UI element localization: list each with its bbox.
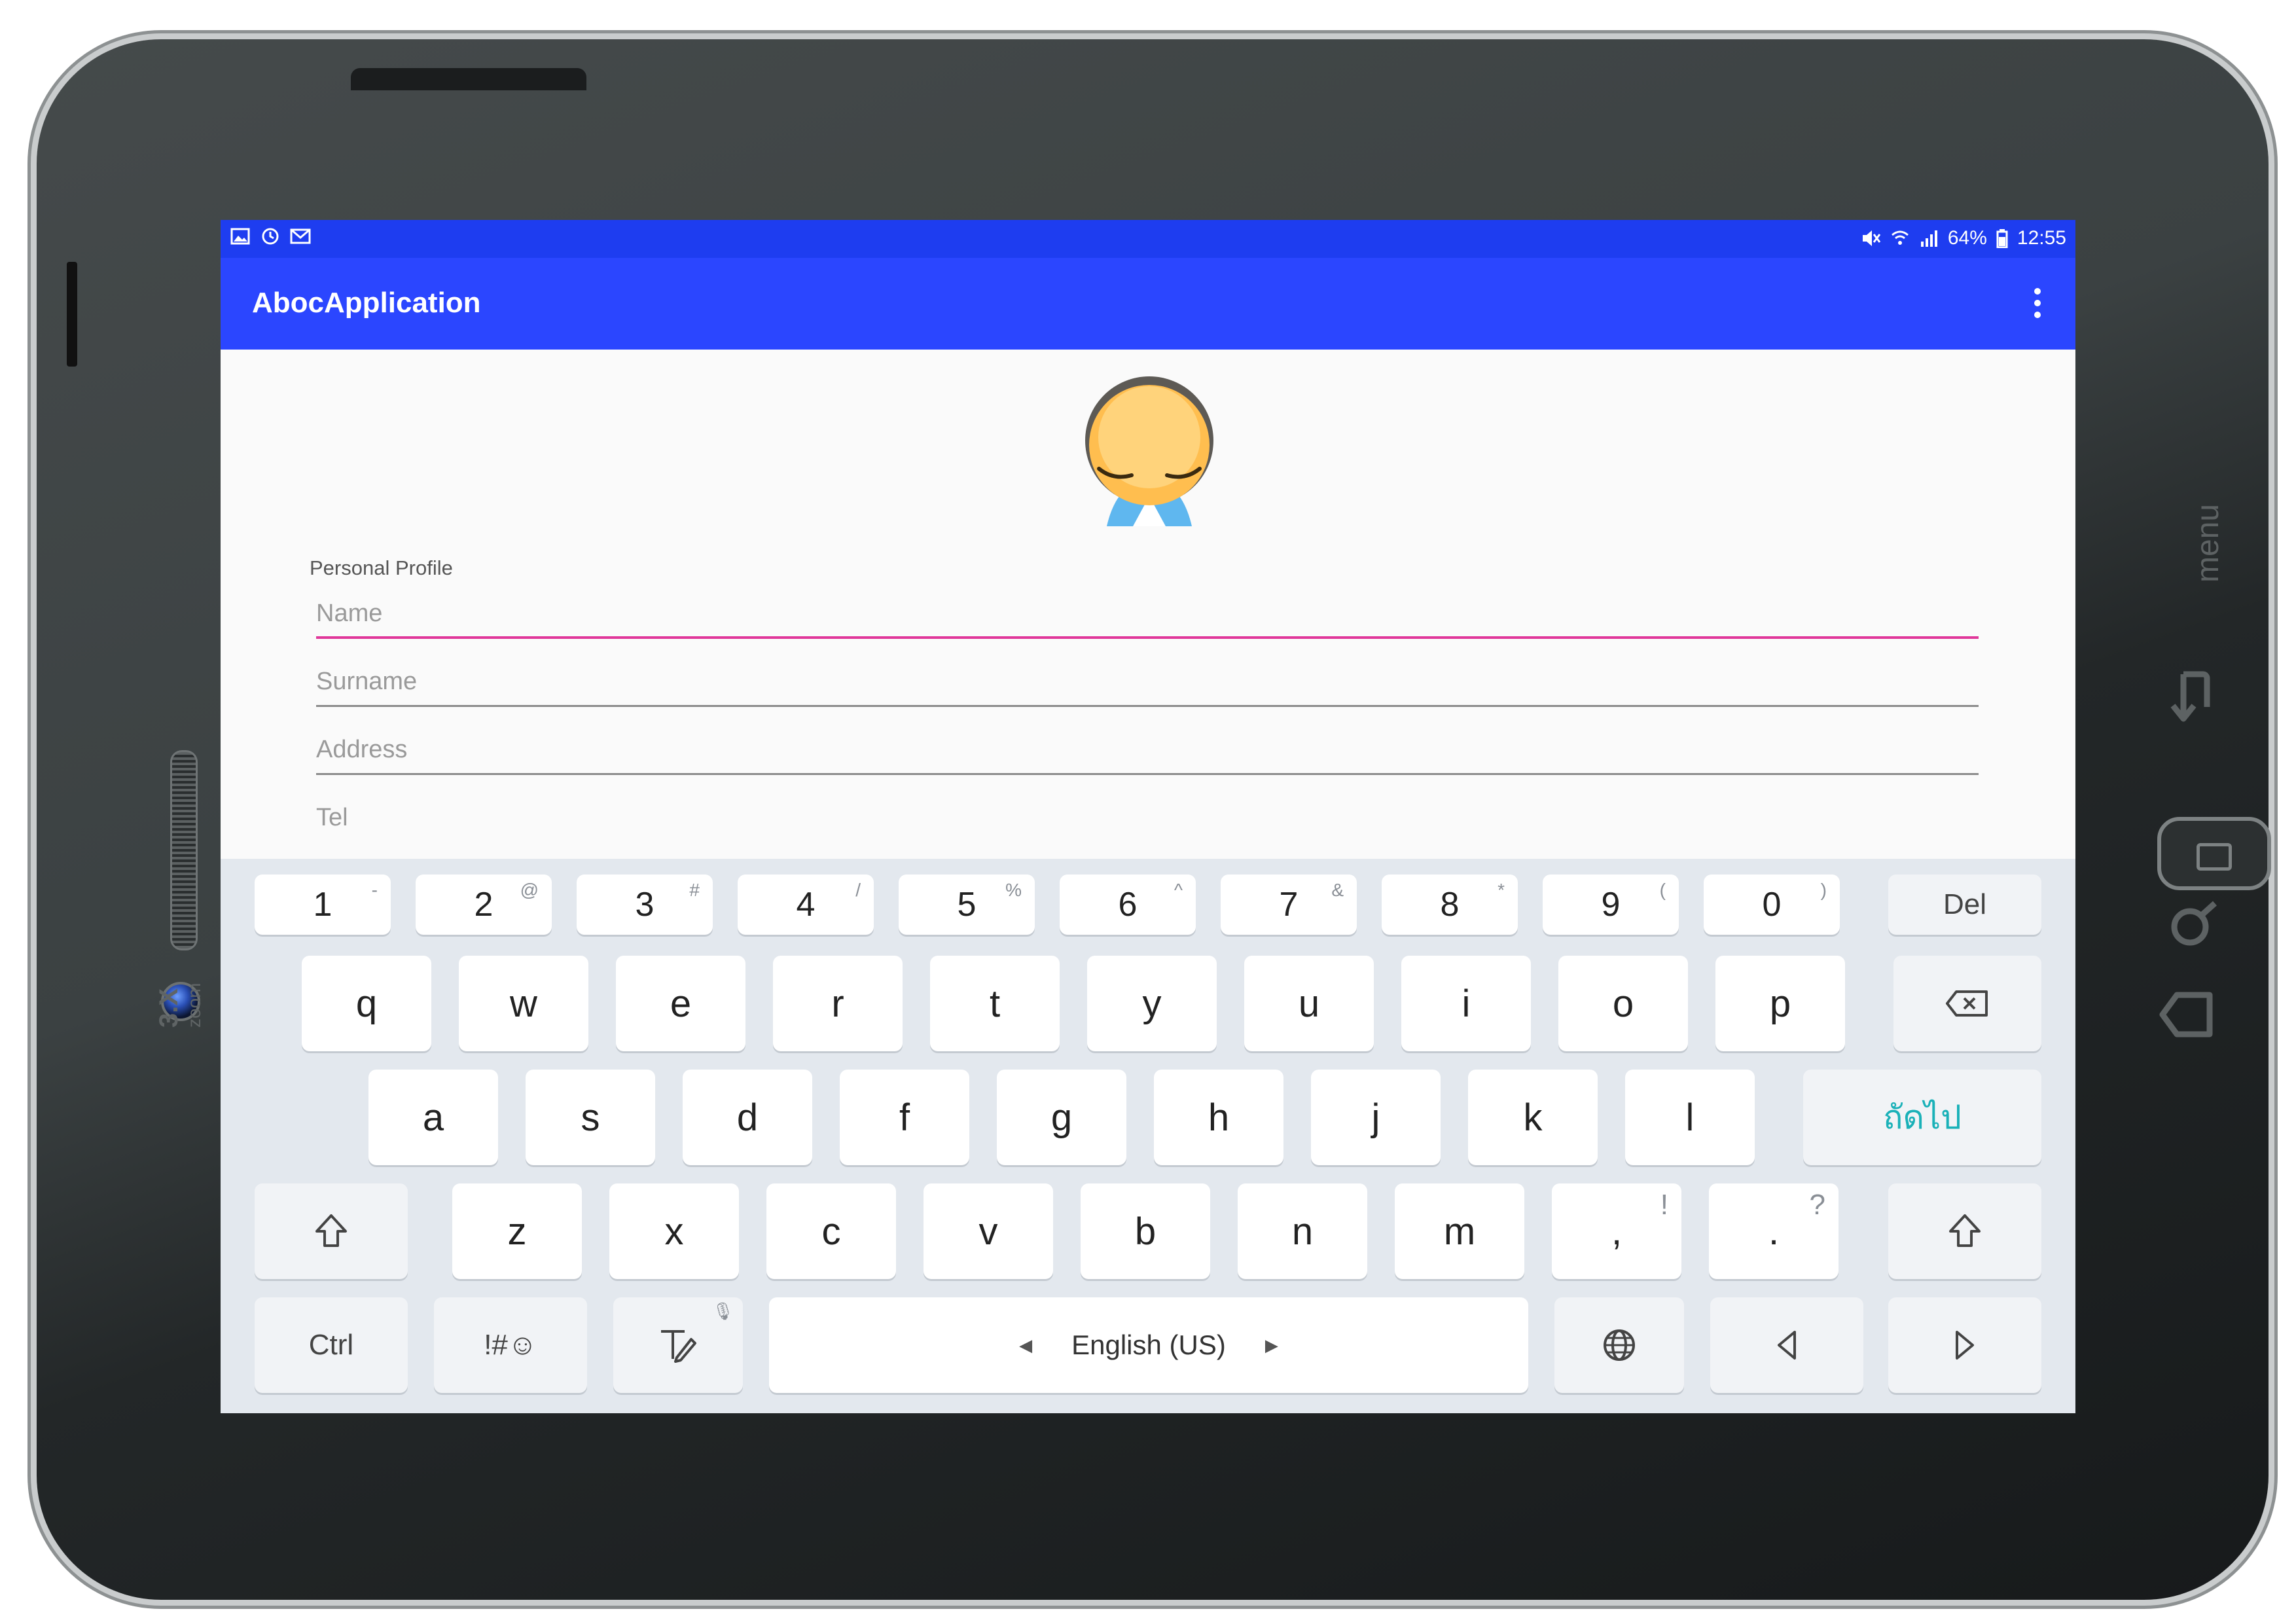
key-1[interactable]: 1- [255, 875, 391, 935]
address-field [316, 729, 1979, 775]
key-p[interactable]: p [1715, 956, 1845, 1051]
key-m[interactable]: m [1395, 1183, 1524, 1279]
tel-input[interactable] [316, 797, 1979, 838]
key-0[interactable]: 0) [1704, 875, 1840, 935]
key-3[interactable]: 3 # [577, 875, 713, 935]
tel-field [316, 797, 1979, 838]
home-button[interactable] [2157, 817, 2271, 890]
key-w[interactable]: w [459, 956, 588, 1051]
del-key[interactable]: Del [1888, 875, 2041, 935]
backspace-icon [1946, 990, 1988, 1017]
sync-icon [260, 226, 281, 246]
on-screen-keyboard: 1- 2 @ 3 # 4/ 5% 6 ^ 7 & 8 * 9( 0) Del q w e … [221, 859, 2075, 1413]
more-vert-icon[interactable] [2031, 285, 2044, 322]
ctrl-key[interactable]: Ctrl [255, 1297, 408, 1393]
volume-button [67, 262, 77, 367]
key-s[interactable]: s [526, 1070, 655, 1165]
shift-key-right[interactable] [1888, 1183, 2041, 1279]
space-bar[interactable]: ◀ English (US) ▶ [769, 1297, 1528, 1393]
key-z[interactable]: z [452, 1183, 582, 1279]
key-o[interactable]: o [1558, 956, 1688, 1051]
key-i[interactable]: i [1401, 956, 1531, 1051]
space-right-arrow-icon: ▶ [1265, 1335, 1278, 1355]
zoom-brand-label: 3.Xzoom [154, 983, 205, 1028]
name-field [316, 593, 1979, 639]
gallery-icon [230, 226, 251, 246]
key-4[interactable]: 4/ [738, 875, 874, 935]
key-l[interactable]: l [1625, 1070, 1755, 1165]
name-underline [316, 636, 1979, 639]
globe-icon [1604, 1329, 1635, 1361]
cursor-right-icon [1956, 1331, 1974, 1360]
handwriting-pen-icon [661, 1330, 696, 1363]
signal-icon [1920, 230, 1937, 247]
status-bar: 64% 12:55 [221, 220, 2075, 258]
key-k[interactable]: k [1468, 1070, 1598, 1165]
name-input[interactable] [316, 593, 1979, 634]
key-f[interactable]: f [840, 1070, 969, 1165]
wifi-icon [1891, 230, 1909, 245]
mute-icon [1862, 230, 1881, 246]
symbols-key[interactable]: !#☺ [434, 1297, 587, 1393]
shift-key-left[interactable] [255, 1183, 408, 1279]
key-v[interactable]: v [924, 1183, 1053, 1279]
key-7[interactable]: 7 & [1221, 875, 1357, 935]
key-comma[interactable]: ,! [1552, 1183, 1681, 1279]
tablet-screen: 64% 12:55 AbocApplication Personal Profi… [221, 220, 2075, 1413]
space-language-label: English (US) [1071, 1329, 1226, 1360]
back-key-icon[interactable] [2157, 982, 2223, 1047]
shift-icon [315, 1214, 347, 1247]
key-d[interactable]: d [683, 1070, 812, 1165]
device-top-bump [351, 68, 586, 90]
next-key[interactable]: ถัดไป [1803, 1070, 2041, 1165]
cursor-left-icon [1778, 1331, 1796, 1360]
key-r[interactable]: r [773, 956, 903, 1051]
key-a[interactable]: a [368, 1070, 498, 1165]
surname-input[interactable] [316, 661, 1979, 702]
key-6[interactable]: 6 ^ [1060, 875, 1196, 935]
key-t[interactable]: t [930, 956, 1060, 1051]
address-input[interactable] [316, 729, 1979, 770]
key-y[interactable]: y [1087, 956, 1217, 1051]
mail-icon [290, 226, 311, 246]
backspace-key[interactable] [1893, 956, 2041, 1051]
surname-field [316, 661, 1979, 707]
key-5[interactable]: 5% [899, 875, 1035, 935]
key-8[interactable]: 8 * [1382, 875, 1518, 935]
app-title: AbocApplication [252, 287, 481, 319]
search-key-icon[interactable] [2164, 897, 2223, 956]
key-9[interactable]: 9( [1543, 875, 1679, 935]
mic-icon: 🎙 [711, 1301, 734, 1321]
cursor-right-key[interactable] [1888, 1297, 2041, 1393]
battery-percent: 64% [1947, 227, 1987, 249]
surname-underline [316, 705, 1979, 707]
key-b[interactable]: b [1081, 1183, 1210, 1279]
address-underline [316, 773, 1979, 775]
handwriting-key[interactable]: 🎙 [613, 1297, 743, 1393]
key-h[interactable]: h [1154, 1070, 1283, 1165]
key-j[interactable]: j [1311, 1070, 1441, 1165]
space-left-arrow-icon: ◀ [1019, 1335, 1033, 1355]
key-n[interactable]: n [1238, 1183, 1367, 1279]
key-e[interactable]: e [616, 956, 745, 1051]
cursor-left-key[interactable] [1710, 1297, 1863, 1393]
key-g[interactable]: g [997, 1070, 1126, 1165]
app-bar: AbocApplication [221, 258, 2075, 350]
speaker-grille [170, 750, 198, 950]
profile-avatar [1085, 376, 1213, 526]
personal-profile-label: Personal Profile [310, 556, 453, 579]
key-period[interactable]: .? [1709, 1183, 1839, 1279]
shift-icon [1949, 1214, 1981, 1247]
key-u[interactable]: u [1244, 956, 1374, 1051]
key-c[interactable]: c [766, 1183, 896, 1279]
back-return-icon[interactable] [2164, 668, 2223, 727]
key-x[interactable]: x [609, 1183, 739, 1279]
key-2[interactable]: 2 @ [416, 875, 552, 935]
key-q[interactable]: q [302, 956, 431, 1051]
clock-time: 12:55 [2017, 227, 2066, 249]
menu-key-label: menu [2191, 503, 2225, 583]
language-globe-key[interactable] [1554, 1297, 1684, 1393]
battery-icon [1996, 229, 2008, 248]
